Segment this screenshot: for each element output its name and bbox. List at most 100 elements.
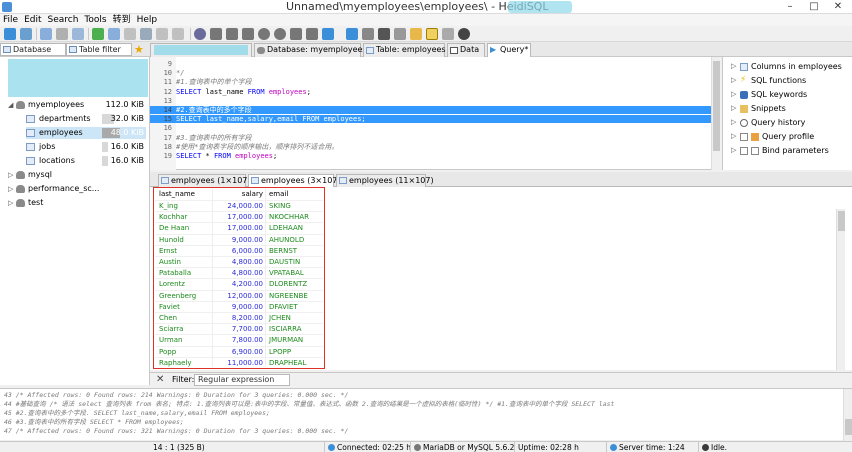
- user-manager-icon[interactable]: [108, 28, 120, 40]
- code-line[interactable]: 12 SELECT last_name FROM employees;: [150, 88, 720, 96]
- code-line[interactable]: 16: [150, 124, 720, 132]
- tree-table-employees[interactable]: employees 48.0 KiB: [26, 127, 146, 139]
- menu-search[interactable]: Search: [45, 14, 82, 26]
- database-icon: [16, 171, 25, 179]
- cancel-record-icon[interactable]: [306, 28, 318, 40]
- tree-db-mysql[interactable]: ▷ mysql: [8, 169, 148, 181]
- title-bar: Unnamed\myemployees\employees\ - HeidiSQ…: [0, 0, 852, 14]
- bulk-edit-icon[interactable]: [156, 28, 168, 40]
- lightning-icon: ⚡: [740, 75, 747, 85]
- grid-scrollbar[interactable]: [836, 209, 845, 370]
- menu-tools[interactable]: Tools: [81, 14, 109, 26]
- tree-table-departments[interactable]: departments 32.0 KiB: [26, 113, 146, 125]
- post-record-icon[interactable]: [290, 28, 302, 40]
- table-icon: [26, 129, 35, 137]
- code-line[interactable]: 18 #使用*查询表字段的顺序输出，顺序排列不适合用。: [150, 143, 720, 151]
- info-icon[interactable]: [194, 28, 206, 40]
- code-text: #1.查询表中的单个字段: [176, 78, 252, 87]
- sql-editor[interactable]: 9 10 */ 11 #1.查询表中的单个字段 12 SELECT last_name FR…: [150, 57, 720, 170]
- find-icon[interactable]: [410, 28, 422, 40]
- checkbox-icon[interactable]: [751, 147, 759, 155]
- menu-help[interactable]: Help: [134, 14, 161, 26]
- result-grid[interactable]: last_name salary email K_ing 24,000.00 SKI…: [150, 187, 852, 370]
- run-query-icon[interactable]: [322, 28, 334, 40]
- sql-log: 43 /* Affected rows: 0 Found rows: 214 W…: [0, 388, 852, 441]
- star-icon[interactable]: ★: [134, 43, 144, 56]
- minimize-button[interactable]: –: [778, 0, 802, 14]
- table-icon: [26, 143, 35, 151]
- menu-bar: File Edit Search Tools 转到 Help: [0, 14, 852, 26]
- highlight-icon[interactable]: [426, 28, 438, 40]
- helper-sql-functions[interactable]: ▷ ⚡ SQL functions: [731, 74, 851, 87]
- filter-input[interactable]: Regular expression: [194, 374, 290, 386]
- tree-table-locations[interactable]: locations 16.0 KiB: [26, 155, 146, 167]
- code-line[interactable]: 13: [150, 97, 720, 105]
- prev-record-icon[interactable]: [226, 28, 238, 40]
- print-icon[interactable]: [72, 28, 84, 40]
- explain-icon[interactable]: [362, 28, 374, 40]
- table-filter-input[interactable]: Table filter: [66, 43, 132, 56]
- helper-bind-parameters[interactable]: ▷ Bind parameters: [731, 144, 851, 157]
- query-helpers-panel: ▷ Columns in employees ▷ ⚡ SQL functions …: [722, 57, 852, 170]
- tab-host[interactable]: [150, 43, 252, 57]
- code-line[interactable]: 15 SELECT last_name,salary,email FROM emp…: [150, 115, 720, 124]
- helper-columns[interactable]: ▷ Columns in employees: [731, 60, 851, 73]
- menu-edit[interactable]: Edit: [21, 14, 44, 26]
- paste-icon[interactable]: [56, 28, 68, 40]
- format-sql-icon[interactable]: [394, 28, 406, 40]
- code-line[interactable]: 9: [150, 60, 720, 68]
- code-line[interactable]: 17 #3.查询表中的所有字段: [150, 134, 720, 142]
- folder-icon: [740, 105, 748, 113]
- session-manager-icon[interactable]: [4, 28, 16, 40]
- close-window-button[interactable]: ✕: [826, 0, 850, 14]
- result-tab-3[interactable]: employees (11×107): [336, 174, 434, 187]
- code-line[interactable]: 11 #1.查询表中的单个字段: [150, 78, 720, 86]
- helper-snippets[interactable]: ▷ Snippets: [731, 102, 851, 115]
- maximize-button[interactable]: □: [802, 0, 826, 14]
- clock-icon: [740, 119, 748, 127]
- result-tab-1[interactable]: employees (1×107): [158, 174, 251, 187]
- helper-query-profile[interactable]: ▷ Query profile: [731, 130, 851, 143]
- run-selection-icon[interactable]: [346, 28, 358, 40]
- first-record-icon[interactable]: [210, 28, 222, 40]
- server-icon: [414, 444, 421, 451]
- code-line[interactable]: 14 #2.查询表中的多个字段: [150, 106, 720, 114]
- replace-icon[interactable]: [442, 28, 454, 40]
- keyword-icon: [740, 91, 748, 99]
- helper-query-history[interactable]: ▷ Query history: [731, 116, 851, 129]
- tree-db-myemployees[interactable]: ◢ myemployees 112.0 KiB: [8, 99, 148, 111]
- disconnect-icon[interactable]: [20, 28, 32, 40]
- insert-record-icon[interactable]: [258, 28, 270, 40]
- log-scrollbar[interactable]: [843, 389, 852, 441]
- checkbox-icon[interactable]: [740, 133, 748, 141]
- checkbox-icon[interactable]: [740, 147, 748, 155]
- editor-scrollbar[interactable]: [711, 57, 720, 170]
- delete-record-icon[interactable]: [274, 28, 286, 40]
- redacted-host: [8, 59, 148, 97]
- tree-table-jobs[interactable]: jobs 16.0 KiB: [26, 141, 146, 153]
- result-tab-2[interactable]: employees (3×107): [248, 174, 341, 187]
- tree-db-test[interactable]: ▷ test: [8, 197, 148, 209]
- export-icon[interactable]: [124, 28, 136, 40]
- next-record-icon[interactable]: [242, 28, 254, 40]
- close-filter-icon[interactable]: ✕: [156, 373, 164, 387]
- code-line[interactable]: 19 SELECT * FROM employees;: [150, 152, 720, 160]
- stop-query-icon[interactable]: [378, 28, 390, 40]
- code-text: #3.查询表中的所有字段: [176, 133, 252, 142]
- load-sql-icon[interactable]: [172, 28, 184, 40]
- tab-database[interactable]: Database: myemployees: [254, 43, 367, 57]
- tab-query[interactable]: ▶ Query*: [487, 43, 531, 57]
- database-filter-input[interactable]: Database filter: [0, 43, 66, 65]
- exit-icon[interactable]: [458, 28, 470, 40]
- copy-icon[interactable]: [40, 28, 52, 40]
- helper-sql-keywords[interactable]: ▷ SQL keywords: [731, 88, 851, 101]
- profile-icon: [751, 133, 759, 141]
- code-line[interactable]: 10 */: [150, 69, 720, 77]
- menu-file[interactable]: File: [0, 14, 21, 26]
- refresh-icon[interactable]: [92, 28, 104, 40]
- maintenance-icon[interactable]: [140, 28, 152, 40]
- menu-goto[interactable]: 转到: [110, 14, 134, 26]
- tree-db-performance-schema[interactable]: ▷ performance_sc...: [8, 183, 148, 195]
- tab-table[interactable]: Table: employees: [363, 43, 446, 57]
- tab-data[interactable]: Data: [447, 43, 485, 57]
